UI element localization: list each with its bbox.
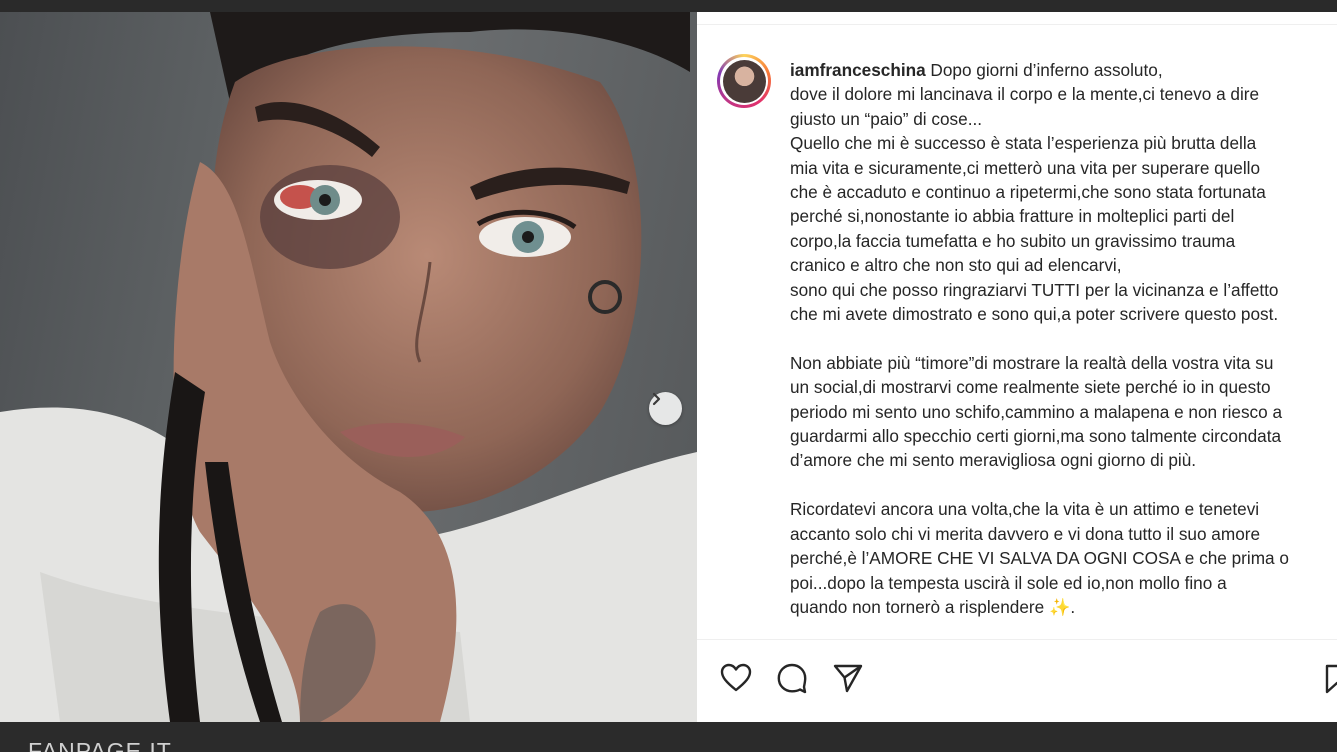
avatar-image xyxy=(722,59,766,103)
heart-icon xyxy=(720,663,752,692)
avatar-ring xyxy=(720,57,768,105)
bookmark-icon xyxy=(1325,664,1337,694)
caption-line: mia vita e sicuramente,ci metterò una vi… xyxy=(790,157,1261,178)
caption-line: perché,è l’AMORE CHE VI SALVA DA OGNI CO… xyxy=(790,548,1289,569)
save-button[interactable] xyxy=(1325,664,1337,694)
paper-plane-icon xyxy=(833,664,863,693)
caption-line: che mi avete dimostrato e sono qui,a pot… xyxy=(790,304,1279,325)
caption-line: corpo,la faccia tumefatta e ho subito un… xyxy=(790,230,1236,251)
caption-line: periodo mi sento uno schifo,cammino a ma… xyxy=(790,401,1283,422)
post-photo xyxy=(0,12,697,722)
share-button[interactable] xyxy=(831,661,865,695)
caption-line: Ricordatevi ancora una volta,che la vita… xyxy=(790,499,1260,520)
caption-text: Dopo giorni d’inferno assoluto, xyxy=(925,60,1163,80)
caption-line: iamfranceschina Dopo giorni d’inferno as… xyxy=(790,58,1337,82)
top-frame-strip xyxy=(0,0,1337,12)
next-slide-button[interactable] xyxy=(649,392,682,425)
caption-line: quando non tornerò a risplendere ✨. xyxy=(790,596,1076,617)
caption-line: Quello che mi è successo è stata l’esper… xyxy=(790,133,1257,154)
chevron-right-icon xyxy=(652,392,661,406)
like-button[interactable] xyxy=(719,661,753,695)
caption-line: d’amore che mi sento meravigliosa ogni g… xyxy=(790,450,1197,471)
caption-line: cranico e altro che non sto qui ad elenc… xyxy=(790,255,1122,276)
footer-bar: FANPAGE.IT xyxy=(0,722,1337,752)
caption-line: guardarmi allo specchio certi giorni,ma … xyxy=(790,426,1282,447)
actions-divider xyxy=(697,639,1337,640)
watermark-text: FANPAGE.IT xyxy=(28,738,172,752)
comment-button[interactable] xyxy=(775,661,809,695)
comment-icon xyxy=(777,663,807,694)
caption-line: perché si,nonostante io abbia fratture i… xyxy=(790,206,1235,227)
panel-divider-top xyxy=(697,24,1337,25)
caption-line: un social,di mostrarvi come realmente si… xyxy=(790,377,1271,398)
caption-line: sono qui che posso ringraziarvi TUTTI pe… xyxy=(790,279,1279,300)
post-caption: iamfranceschina Dopo giorni d’inferno as… xyxy=(790,58,1337,619)
portrait-illustration xyxy=(0,12,697,722)
username-link[interactable]: iamfranceschina xyxy=(790,60,926,80)
likes-line-cropped xyxy=(719,715,959,722)
caption-line: Non abbiate più “timore”di mostrare la r… xyxy=(790,352,1274,373)
caption-line: poi...dopo la tempesta uscirà il sole ed… xyxy=(790,572,1227,593)
profile-avatar[interactable] xyxy=(717,54,771,108)
caption-line: che è accaduto e continuo a ripetermi,ch… xyxy=(790,182,1266,203)
caption-line: accanto solo chi vi merita davvero e vi … xyxy=(790,523,1261,544)
caption-line: giusto un “paio” di cose... xyxy=(790,108,983,129)
post-details-panel: iamfranceschina Dopo giorni d’inferno as… xyxy=(697,12,1337,722)
caption-line: dove il dolore mi lancinava il corpo e l… xyxy=(790,84,1260,105)
post-actions-bar xyxy=(719,660,865,696)
